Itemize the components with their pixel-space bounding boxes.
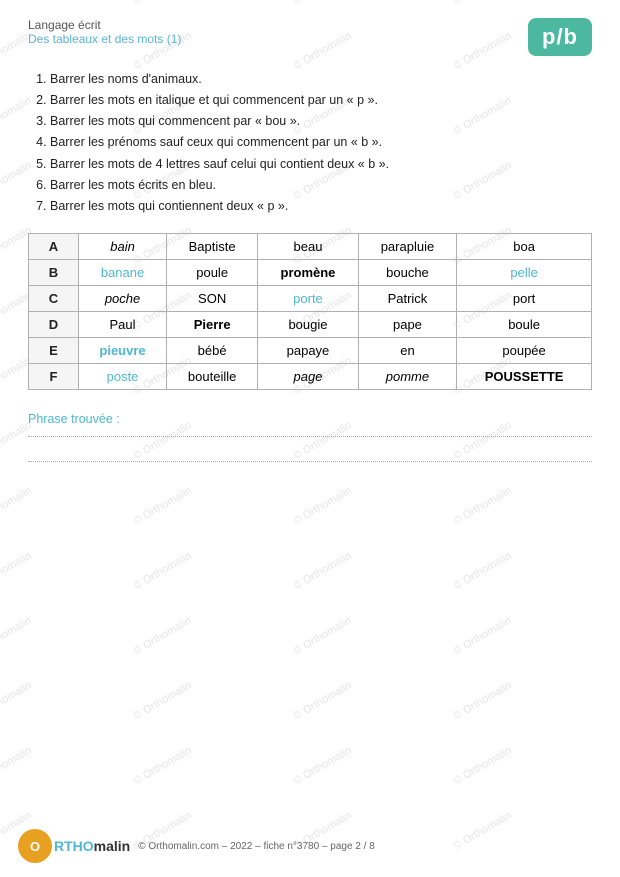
table-row: CpocheSONportePatrickport [29,285,592,311]
logo-ortho: RTHO [54,838,94,854]
cell-C-4: Patrick [358,285,456,311]
table-row: AbainBaptistebeauparapluieboa [29,233,592,259]
cell-F-1: poste [79,363,167,389]
cell-E-4: en [358,337,456,363]
cell-C-1: poche [79,285,167,311]
instruction-item-5: Barrer les mots de 4 lettres sauf celui … [50,155,592,173]
instruction-item-1: Barrer les noms d'animaux. [50,70,592,88]
cell-A-1: bain [79,233,167,259]
footer-logo: O RTHOmalin [18,829,130,863]
table-row: Bbananepoulepromènebouchepelle [29,259,592,285]
instruction-item-6: Barrer les mots écrits en bleu. [50,176,592,194]
cell-A-2: Baptiste [167,233,258,259]
cell-D-1: Paul [79,311,167,337]
cell-B-1: banane [79,259,167,285]
cell-E-1: pieuvre [79,337,167,363]
logo-text: RTHOmalin [54,838,130,854]
row-label-F: F [29,363,79,389]
table-row: Epieuvrebébépapayeenpoupée [29,337,592,363]
cell-E-5: poupée [457,337,592,363]
words-table: AbainBaptistebeauparapluieboaBbananepoul… [28,233,592,390]
cell-E-2: bébé [167,337,258,363]
cell-C-5: port [457,285,592,311]
cell-F-5: POUSSETTE [457,363,592,389]
instruction-item-2: Barrer les mots en italique et qui comme… [50,91,592,109]
cell-E-3: papaye [258,337,358,363]
logo-icon: O [18,829,52,863]
row-label-A: A [29,233,79,259]
row-label-E: E [29,337,79,363]
cell-D-5: boule [457,311,592,337]
table-row: DPaulPierrebougiepapeboule [29,311,592,337]
header-left: Langage écrit Des tableaux et des mots (… [28,18,181,46]
cell-F-4: pomme [358,363,456,389]
dotted-line-1 [28,436,592,437]
instructions: Barrer les noms d'animaux. Barrer les mot… [28,70,592,215]
row-label-D: D [29,311,79,337]
cell-F-2: bouteille [167,363,258,389]
cell-B-5: pelle [457,259,592,285]
cell-D-2: Pierre [167,311,258,337]
instruction-item-4: Barrer les prénoms sauf ceux qui commenc… [50,133,592,151]
row-label-C: C [29,285,79,311]
phrase-label: Phrase trouvée : [28,412,592,426]
badge: p/b [528,18,592,56]
page: Langage écrit Des tableaux et des mots (… [0,0,620,506]
instructions-list: Barrer les noms d'animaux. Barrer les mot… [28,70,592,215]
header: Langage écrit Des tableaux et des mots (… [28,18,592,56]
footer: O RTHOmalin © Orthomalin.com – 2022 – fi… [0,829,620,863]
cell-A-4: parapluie [358,233,456,259]
row-label-B: B [29,259,79,285]
title-label: Des tableaux et des mots (1) [28,32,181,46]
instruction-item-3: Barrer les mots qui commencent par « bou… [50,112,592,130]
cell-B-2: poule [167,259,258,285]
footer-info: © Orthomalin.com – 2022 – fiche n°3780 –… [138,841,375,852]
cell-C-3: porte [258,285,358,311]
cell-A-3: beau [258,233,358,259]
cell-F-3: page [258,363,358,389]
instruction-item-7: Barrer les mots qui contiennent deux « p… [50,197,592,215]
cell-B-3: promène [258,259,358,285]
cell-C-2: SON [167,285,258,311]
cell-D-4: pape [358,311,456,337]
logo-malin: malin [94,838,131,854]
phrase-section: Phrase trouvée : [28,412,592,462]
cell-B-4: bouche [358,259,456,285]
subject-label: Langage écrit [28,18,181,32]
cell-A-5: boa [457,233,592,259]
cell-D-3: bougie [258,311,358,337]
dotted-line-2 [28,461,592,462]
table-wrapper: AbainBaptistebeauparapluieboaBbananepoul… [28,233,592,390]
table-row: FpostebouteillepagepommePOUSSETTE [29,363,592,389]
